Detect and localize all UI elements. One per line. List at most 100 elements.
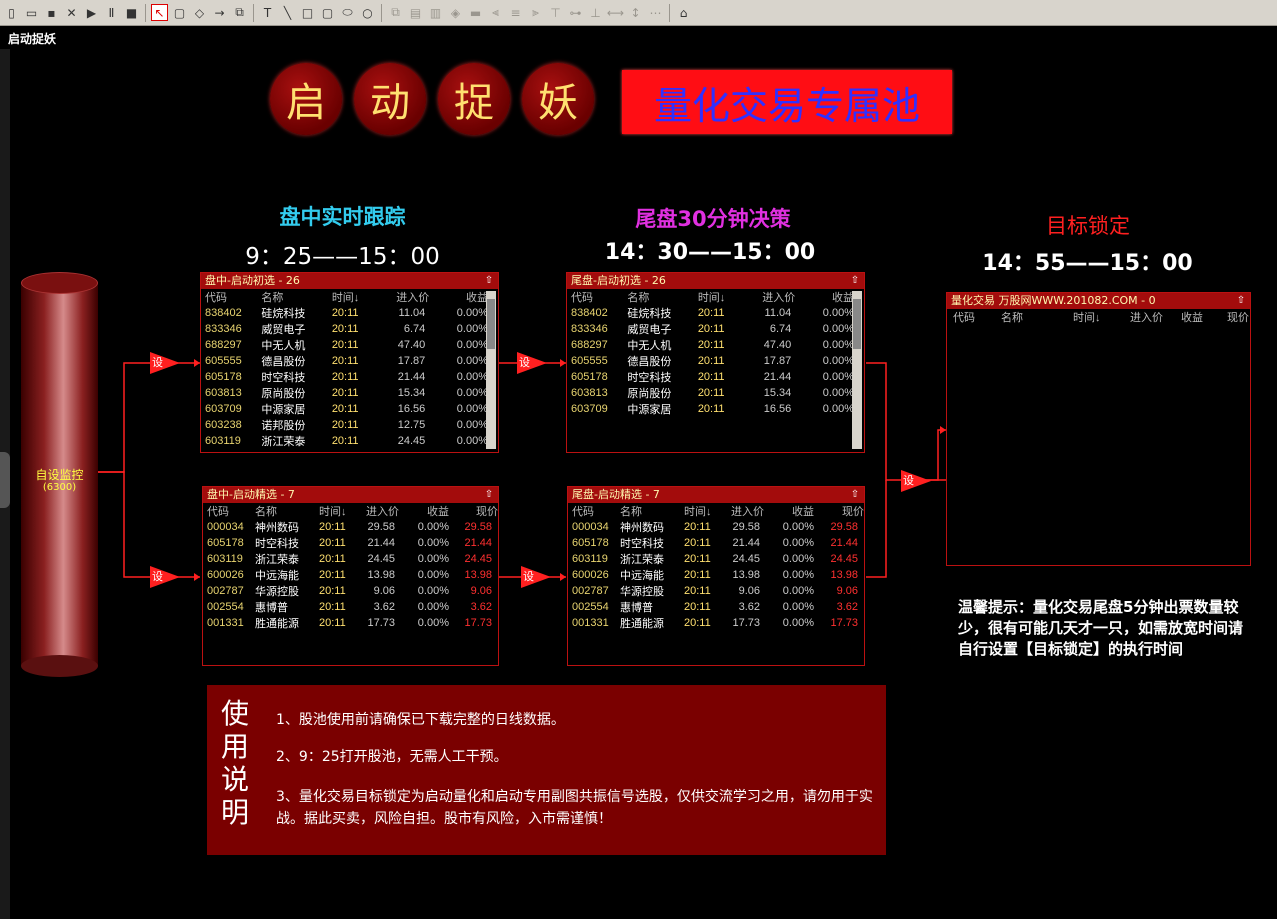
table-cell: 20:11 — [697, 355, 725, 367]
column-header[interactable]: 代码 — [953, 309, 1001, 325]
column-header[interactable]: 进入价 — [357, 503, 399, 519]
table-row[interactable]: 001331 胜通能源 20:11 17.73 0.00% 17.73 — [207, 615, 498, 631]
table-row[interactable]: 833346 威贸电子 20:11 6.74 0.00% — [205, 321, 488, 337]
column-header[interactable]: 进入价 — [376, 289, 429, 305]
column-header[interactable]: 收益 — [764, 503, 814, 519]
table-cell: 20:11 — [331, 403, 359, 415]
table-cell: 605178 — [207, 537, 244, 549]
vertical-scrollbar[interactable] — [486, 291, 496, 449]
table-cell: 20:11 — [684, 617, 711, 629]
column-header[interactable]: 名称 — [620, 503, 684, 519]
table-row[interactable]: 605178 时空科技 20:11 21.44 0.00% 21.44 — [207, 535, 498, 551]
table-cell: 神州数码 — [255, 522, 299, 534]
column-header[interactable]: 收益 — [399, 503, 449, 519]
column-header[interactable]: 时间↓ — [1073, 309, 1101, 325]
table-row[interactable]: 002787 华源控股 20:11 9.06 0.00% 9.06 — [207, 583, 498, 599]
table-cell: 0.00% — [417, 569, 449, 581]
column-header[interactable]: 时间↓ — [684, 503, 722, 519]
table-row[interactable]: 833346 威贸电子 20:11 6.74 0.00% — [571, 321, 854, 337]
table-row[interactable]: 603813 原尚股份 20:11 15.34 0.00% — [571, 385, 854, 401]
table-row[interactable]: 605178 时空科技 20:11 21.44 0.00% — [205, 369, 488, 385]
table-row[interactable]: 603813 原尚股份 20:11 15.34 0.00% — [205, 385, 488, 401]
column-header[interactable]: 收益 — [1163, 309, 1203, 325]
column-header[interactable]: 代码 — [572, 503, 620, 519]
pin-up-icon[interactable]: ⇧ — [1235, 294, 1247, 307]
column-header[interactable]: 进入价 — [1101, 309, 1163, 325]
set-button[interactable]: 设 — [519, 354, 530, 370]
table-cell: 硅烷科技 — [627, 308, 672, 320]
table-cell: 威贸电子 — [627, 324, 672, 336]
table-row[interactable]: 603119 浙江荣泰 20:11 24.45 0.00% — [205, 433, 488, 449]
pin-up-icon[interactable]: ⇧ — [849, 488, 861, 501]
table-row[interactable]: 002554 惠博普 20:11 3.62 0.00% 3.62 — [572, 599, 864, 615]
table-row[interactable]: 605555 德昌股份 20:11 17.87 0.00% — [571, 353, 854, 369]
pin-up-icon[interactable]: ⇧ — [483, 488, 495, 501]
column-header[interactable]: 名称 — [255, 503, 319, 519]
column-header[interactable]: 现价 — [449, 503, 498, 519]
scroll-thumb[interactable] — [853, 299, 861, 349]
column-header[interactable]: 现价 — [1203, 309, 1249, 325]
panel-tail-selected[interactable]: 尾盘-启动精选 - 7 ⇧ 代码 名称 时间↓ 进入价 收益 现价 000034 神州数码 20… — [567, 486, 865, 666]
table-cell: 3.62 — [373, 601, 395, 613]
column-header[interactable]: 收益 — [795, 289, 854, 305]
table-cell: 中远海能 — [620, 570, 664, 582]
table-cell: 20:11 — [331, 323, 359, 335]
column-header[interactable]: 进入价 — [742, 289, 795, 305]
column-header[interactable]: 代码 — [207, 503, 255, 519]
set-button[interactable]: 设 — [152, 568, 163, 584]
table-row[interactable]: 002787 华源控股 20:11 9.06 0.00% 9.06 — [572, 583, 864, 599]
table-row[interactable]: 001331 胜通能源 20:11 17.73 0.00% 17.73 — [572, 615, 864, 631]
panel-intraday-initial[interactable]: 盘中-启动初选 - 26 ⇧ 代码 名称 时间↓ 进入价 收益 838402 硅烷科技 20:… — [200, 272, 499, 453]
column-header[interactable]: 名称 — [261, 289, 331, 305]
table-row[interactable]: 603709 中源家居 20:11 16.56 0.00% — [571, 401, 854, 417]
column-header[interactable]: 代码 — [205, 289, 261, 305]
vertical-scrollbar[interactable] — [852, 291, 862, 449]
panel-title: 盘中-启动精选 - 7 — [207, 488, 295, 501]
table-row[interactable]: 000034 神州数码 20:11 29.58 0.00% 29.58 — [572, 519, 864, 535]
column-header[interactable]: 时间↓ — [332, 289, 377, 305]
table-row[interactable]: 002554 惠博普 20:11 3.62 0.00% 3.62 — [207, 599, 498, 615]
scroll-thumb[interactable] — [487, 299, 495, 349]
table-row[interactable]: 605555 德昌股份 20:11 17.87 0.00% — [205, 353, 488, 369]
column-header[interactable]: 时间↓ — [319, 503, 357, 519]
set-button[interactable]: 设 — [523, 568, 534, 584]
column-header[interactable]: 名称 — [1001, 309, 1073, 325]
table-row[interactable]: 603238 诺邦股份 20:11 12.75 0.00% — [205, 417, 488, 433]
stock-table: 代码 名称 时间↓ 进入价 收益 现价 000034 神州数码 20:11 29.58 0.00%… — [207, 503, 498, 631]
column-header[interactable]: 时间↓ — [698, 289, 743, 305]
panel-tail-initial[interactable]: 尾盘-启动初选 - 26 ⇧ 代码 名称 时间↓ 进入价 收益 838402 硅烷科技 20:… — [566, 272, 865, 453]
table-cell: 21.44 — [763, 371, 792, 383]
table-row[interactable]: 688297 中无人机 20:11 47.40 0.00% — [205, 337, 488, 353]
table-row[interactable]: 603119 浙江荣泰 20:11 24.45 0.00% 24.45 — [572, 551, 864, 567]
table-row[interactable]: 000034 神州数码 20:11 29.58 0.00% 29.58 — [207, 519, 498, 535]
table-cell: 20:11 — [331, 419, 359, 431]
table-cell: 0.00% — [782, 569, 814, 581]
panel-title: 量化交易 万股网WWW.201082.COM - 0 — [951, 294, 1156, 307]
table-row[interactable]: 603119 浙江荣泰 20:11 24.45 0.00% 24.45 — [207, 551, 498, 567]
panel-intraday-selected[interactable]: 盘中-启动精选 - 7 ⇧ 代码 名称 时间↓ 进入价 收益 现价 000034 神州数码 20… — [202, 486, 499, 666]
stock-table: 代码 名称 时间↓ 进入价 收益 现价 000034 神州数码 20:11 29.58 0.00%… — [572, 503, 864, 631]
table-row[interactable]: 838402 硅烷科技 20:11 11.04 0.00% — [205, 305, 488, 321]
panel-target-lock[interactable]: 量化交易 万股网WWW.201082.COM - 0 ⇧ 代码 名称 时间↓ 进入价 收益… — [946, 292, 1251, 566]
pin-up-icon[interactable]: ⇧ — [849, 274, 861, 287]
column-header[interactable]: 现价 — [814, 503, 864, 519]
table-cell: 603709 — [205, 403, 242, 415]
pin-up-icon[interactable]: ⇧ — [483, 274, 495, 287]
column-header[interactable]: 名称 — [627, 289, 697, 305]
table-row[interactable]: 688297 中无人机 20:11 47.40 0.00% — [571, 337, 854, 353]
table-cell: 0.00% — [456, 371, 488, 383]
table-row[interactable]: 603709 中源家居 20:11 16.56 0.00% — [205, 401, 488, 417]
table-row[interactable]: 838402 硅烷科技 20:11 11.04 0.00% — [571, 305, 854, 321]
set-button[interactable]: 设 — [152, 354, 163, 370]
set-button[interactable]: 设 — [903, 472, 914, 488]
column-header[interactable]: 收益 — [429, 289, 488, 305]
table-cell: 9.06 — [836, 585, 858, 597]
table-row[interactable]: 605178 时空科技 20:11 21.44 0.00% 21.44 — [572, 535, 864, 551]
table-cell: 0.00% — [822, 307, 854, 319]
column-header[interactable]: 进入价 — [722, 503, 764, 519]
table-cell: 600026 — [572, 569, 609, 581]
table-row[interactable]: 605178 时空科技 20:11 21.44 0.00% — [571, 369, 854, 385]
table-row[interactable]: 600026 中远海能 20:11 13.98 0.00% 13.98 — [207, 567, 498, 583]
column-header[interactable]: 代码 — [571, 289, 627, 305]
table-row[interactable]: 600026 中远海能 20:11 13.98 0.00% 13.98 — [572, 567, 864, 583]
